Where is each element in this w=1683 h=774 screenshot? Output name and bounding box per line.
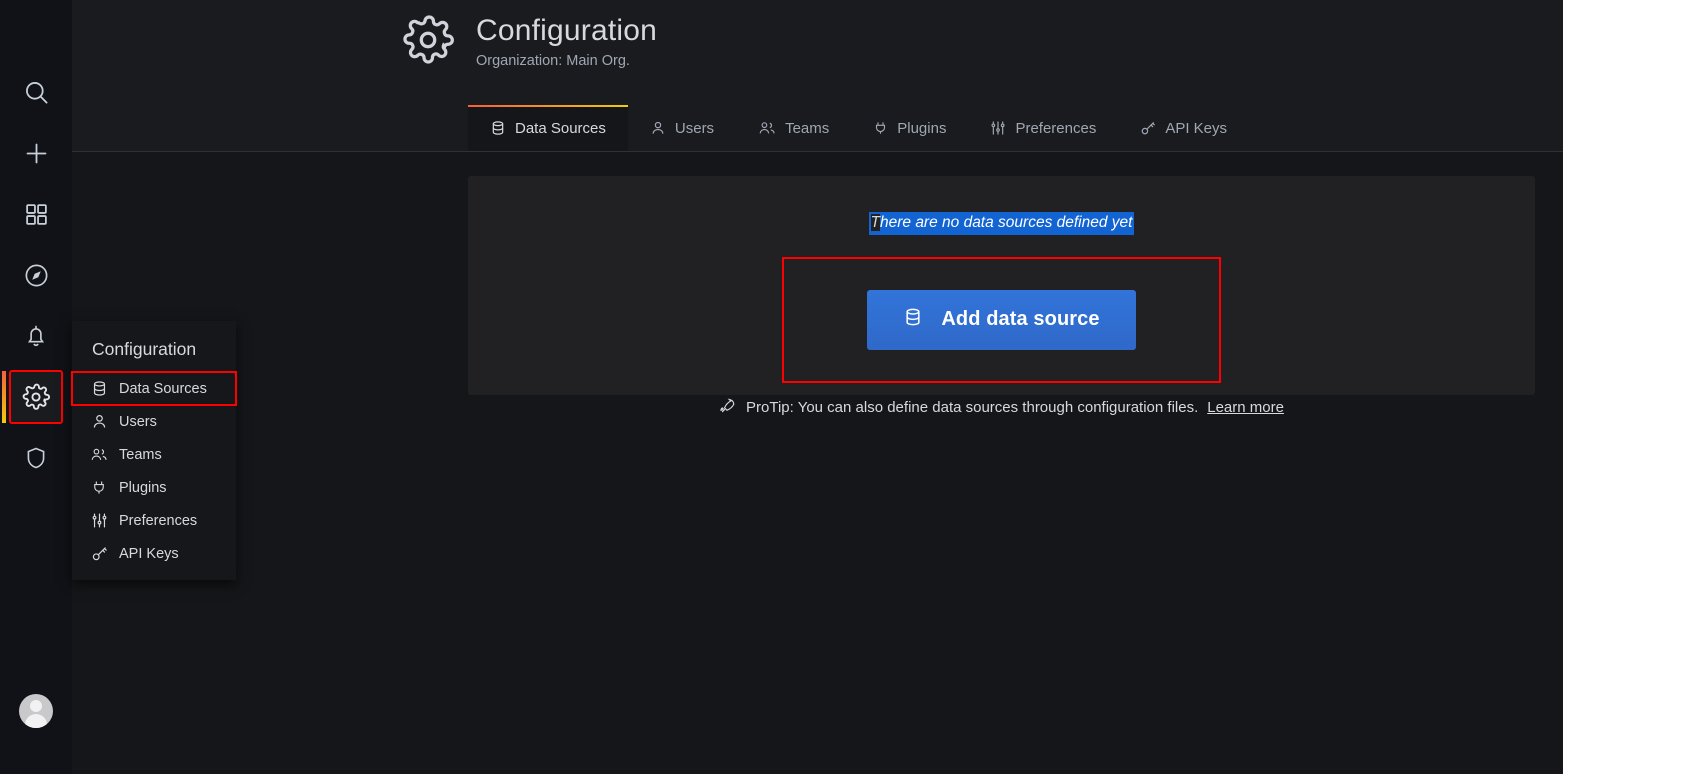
tab-preferences[interactable]: Preferences	[968, 105, 1118, 151]
protip-text: ProTip: You can also define data sources…	[746, 399, 1199, 417]
page-header: Configuration Organization: Main Org. Da…	[72, 0, 1683, 152]
nav-footer	[19, 694, 53, 774]
protip-row: ProTip: You can also define data sources…	[719, 397, 1284, 419]
flyout-item-data-sources[interactable]: Data Sources	[71, 371, 237, 406]
flyout-item-label: Teams	[119, 446, 162, 463]
add-data-source-button-label: Add data source	[941, 308, 1100, 331]
flyout-item-label: Preferences	[119, 512, 198, 529]
database-icon	[490, 120, 506, 136]
flyout-item-label: Plugins	[119, 479, 167, 496]
flyout-item-preferences[interactable]: Preferences	[72, 504, 236, 537]
shield-icon	[23, 445, 49, 471]
flyout-item-users[interactable]: Users	[72, 405, 236, 438]
page-title: Configuration	[476, 14, 658, 48]
nav-item-server-admin[interactable]	[10, 432, 62, 484]
side-navigation-rail	[0, 0, 72, 774]
flyout-item-label: Users	[119, 413, 157, 430]
learn-more-link[interactable]: Learn more	[1207, 399, 1284, 416]
user-icon	[650, 120, 666, 136]
sliders-icon	[990, 120, 1006, 136]
flyout-item-label: Data Sources	[119, 380, 207, 397]
tab-teams[interactable]: Teams	[736, 105, 851, 151]
main-column: Configuration Organization: Main Org. Da…	[72, 0, 1683, 774]
nav-item-dashboards[interactable]	[10, 188, 62, 240]
flyout-item-teams[interactable]: Teams	[72, 438, 236, 471]
search-icon	[23, 79, 50, 106]
configuration-flyout-menu: Configuration Data Sources Users Teams P…	[71, 321, 237, 580]
data-sources-empty-panel: There are no data sources defined yet Ad…	[468, 176, 1535, 416]
tab-label: API Keys	[1165, 119, 1228, 137]
bell-icon	[23, 323, 49, 349]
add-data-source-annotation-box: Add data source	[782, 256, 1221, 383]
gear-icon	[402, 14, 454, 71]
nav-icon-group	[2, 0, 63, 484]
content-area: There are no data sources defined yet Ad…	[72, 152, 1683, 774]
flyout-item-plugins[interactable]: Plugins	[72, 471, 236, 504]
tab-users[interactable]: Users	[628, 105, 736, 151]
nav-item-alerting[interactable]	[10, 310, 62, 362]
empty-state-message-lead: T	[870, 214, 880, 231]
tab-bar: Data Sources Users Teams Plugins Prefere…	[72, 104, 1683, 152]
grafana-app: Configuration Data Sources Users Teams P…	[0, 0, 1683, 774]
plug-icon	[873, 120, 888, 136]
gear-icon	[22, 383, 50, 411]
empty-state-message: There are no data sources defined yet	[868, 212, 1135, 235]
flyout-title: Configuration	[92, 339, 197, 359]
tab-data-sources[interactable]: Data Sources	[468, 105, 628, 151]
key-icon	[1140, 120, 1156, 136]
users-icon	[90, 446, 108, 463]
users-icon	[758, 120, 776, 136]
nav-item-configuration[interactable]	[2, 370, 63, 424]
add-data-source-button[interactable]: Add data source	[867, 289, 1136, 350]
user-icon	[90, 413, 108, 430]
dashboards-icon	[24, 202, 49, 227]
plug-icon	[90, 479, 108, 496]
key-icon	[90, 545, 108, 562]
tab-label: Teams	[785, 119, 830, 137]
database-icon	[903, 307, 923, 333]
database-icon	[90, 380, 108, 397]
tab-label: Data Sources	[515, 119, 606, 137]
right-page-margin	[1563, 0, 1683, 774]
tab-label: Preferences	[1015, 119, 1097, 137]
page-subtitle: Organization: Main Org.	[476, 52, 630, 69]
tab-api-keys[interactable]: API Keys	[1118, 105, 1249, 151]
tab-label: Users	[674, 119, 715, 137]
avatar[interactable]	[19, 694, 53, 728]
flyout-item-label: API Keys	[119, 545, 179, 562]
nav-item-explore[interactable]	[10, 249, 62, 301]
nav-item-create[interactable]	[10, 127, 62, 179]
empty-state-message-selected: here are no data sources defined yet	[879, 214, 1133, 231]
nav-item-search[interactable]	[10, 66, 62, 118]
rocket-icon	[719, 397, 737, 419]
plus-icon	[23, 140, 50, 167]
compass-icon	[23, 262, 50, 289]
flyout-item-api-keys[interactable]: API Keys	[72, 537, 236, 570]
tab-label: Plugins	[897, 119, 947, 137]
sliders-icon	[90, 512, 108, 529]
tab-plugins[interactable]: Plugins	[851, 105, 968, 151]
